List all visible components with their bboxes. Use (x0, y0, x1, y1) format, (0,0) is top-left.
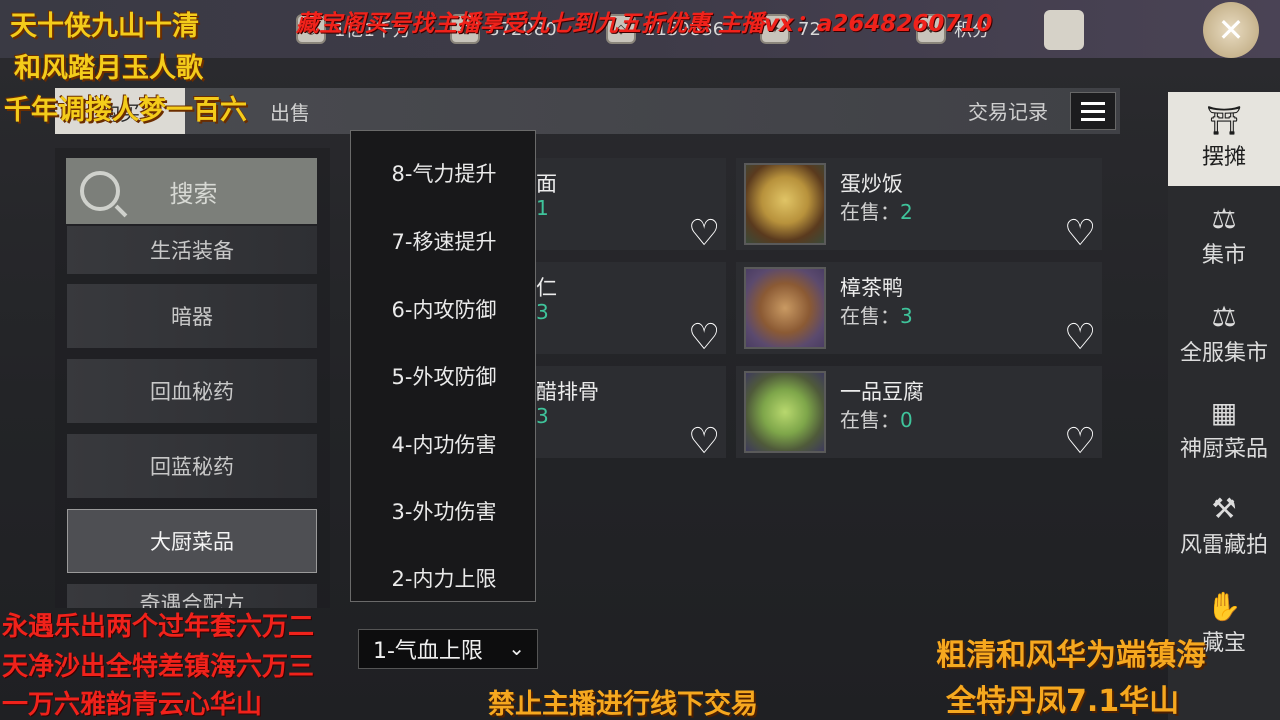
dropdown-option[interactable]: 6-内攻防御 (351, 289, 537, 329)
category-item[interactable]: 暗器 (67, 284, 317, 348)
category-item[interactable]: 生活装备 (67, 226, 317, 274)
item-sale: 3 (536, 300, 549, 324)
overlay-banner: 藏宝阁买号找主播享受九七到九五折优惠 主播vx：a2648260710 (296, 11, 993, 37)
overlay-text: 和风踏月玉人歌 (14, 53, 203, 84)
chevron-down-icon: ⌄ (508, 636, 525, 660)
dropdown-option[interactable]: 2-内力上限 (351, 558, 537, 598)
overlay-text: 永遇乐出两个过年套六万二 (2, 612, 315, 642)
overlay-text: 千年调搂人梦一百六 (4, 95, 247, 126)
dropdown-option[interactable]: 7-移速提升 (351, 221, 537, 261)
list-view-button[interactable] (1070, 92, 1116, 130)
search-button[interactable]: 搜索 (66, 158, 317, 224)
nav-stall[interactable]: ⛩ 摆摊 (1168, 92, 1280, 186)
item-name: 蛋炒饭 (840, 172, 903, 196)
item-name: 樟茶鸭 (840, 276, 903, 300)
category-item[interactable]: 奇遇合配方 (67, 584, 317, 608)
nav-label: 藏宝 (1201, 631, 1246, 656)
scale-icon: ⚖ (1211, 202, 1237, 235)
nav-label: 神厨菜品 (1179, 437, 1268, 462)
dropdown-option[interactable]: 8-气力提升 (351, 153, 537, 193)
treasure-icon: ✋ (1206, 590, 1242, 623)
nav-market[interactable]: ⚖ 集市 (1168, 190, 1280, 284)
close-button[interactable]: ✕ (1203, 2, 1259, 58)
overlay-text: 粗清和风华为端镇海 (936, 638, 1206, 673)
overlay-text: 天净沙出全特差镇海六万三 (2, 652, 315, 682)
dropdown-option[interactable]: 3-外功伤害 (351, 491, 537, 531)
item-card[interactable]: 樟茶鸭 在售：3 ♡ (736, 262, 1102, 356)
close-icon: ✕ (1217, 11, 1245, 49)
overlay-text: 一万六雅韵青云心华山 (2, 690, 263, 720)
kitchen-icon: ▦ (1210, 396, 1238, 429)
category-item-active[interactable]: 大厨菜品 (67, 509, 317, 573)
favorite-heart-icon[interactable]: ♡ (1064, 424, 1096, 460)
gavel-icon: ⚒ (1211, 492, 1237, 525)
category-item[interactable]: 回蓝秘药 (67, 434, 317, 498)
item-name: 仁 (536, 276, 557, 300)
category-item[interactable]: 回血秘药 (67, 359, 317, 423)
nav-label: 摆摊 (1201, 145, 1246, 170)
nav-global-market[interactable]: ⚖ 全服集市 (1168, 288, 1280, 382)
dropdown-option[interactable]: 4-内功伤害 (351, 424, 537, 464)
overlay-text: 天十侠九山十清 (10, 11, 199, 42)
item-sale: 在售：2 (840, 200, 913, 224)
favorite-heart-icon[interactable]: ♡ (688, 320, 720, 356)
item-card[interactable]: 一品豆腐 在售：0 ♡ (736, 366, 1102, 460)
trade-record-link[interactable]: 交易记录 (968, 96, 1048, 125)
item-name: 一品豆腐 (840, 380, 924, 404)
stall-icon: ⛩ (1206, 104, 1242, 137)
item-name: 面 (536, 172, 557, 196)
overlay-notice: 禁止主播进行线下交易 (488, 689, 758, 720)
attribute-dropdown-menu: 8-气力提升 7-移速提升 6-内攻防御 5-外攻防御 4-内功伤害 3-外功伤… (350, 130, 536, 602)
scale-icon: ⚖ (1211, 300, 1237, 333)
favorite-heart-icon[interactable]: ♡ (1064, 216, 1096, 252)
overlay-text: 全特丹凤7.1华山 (946, 684, 1180, 719)
nav-label: 全服集市 (1179, 341, 1268, 366)
select-value: 1-气血上限 (373, 639, 483, 664)
item-name: 醋排骨 (536, 380, 599, 404)
nav-label: 集市 (1201, 243, 1246, 268)
favorite-heart-icon[interactable]: ♡ (688, 216, 720, 252)
attribute-select[interactable]: 1-气血上限 ⌄ (358, 629, 538, 669)
item-thumbnail-tea-duck (744, 267, 826, 349)
favorite-heart-icon[interactable]: ♡ (688, 424, 720, 460)
dropdown-option[interactable]: 5-外攻防御 (351, 356, 537, 396)
item-sale: 在售：0 (840, 408, 913, 432)
search-icon (80, 171, 120, 211)
nav-label: 风雷藏拍 (1179, 533, 1268, 558)
item-sale: 3 (536, 404, 549, 428)
item-thumbnail-tofu (744, 371, 826, 453)
mail-icon[interactable] (1044, 10, 1084, 50)
nav-auction[interactable]: ⚒ 风雷藏拍 (1168, 480, 1280, 574)
item-sale: 1 (536, 196, 549, 220)
favorite-heart-icon[interactable]: ♡ (1064, 320, 1096, 356)
item-thumbnail-egg-fried-rice (744, 163, 826, 245)
item-sale: 在售：3 (840, 304, 913, 328)
item-card[interactable]: 蛋炒饭 在售：2 ♡ (736, 158, 1102, 252)
search-label: 搜索 (169, 179, 218, 208)
nav-chef-dishes[interactable]: ▦ 神厨菜品 (1168, 384, 1280, 478)
